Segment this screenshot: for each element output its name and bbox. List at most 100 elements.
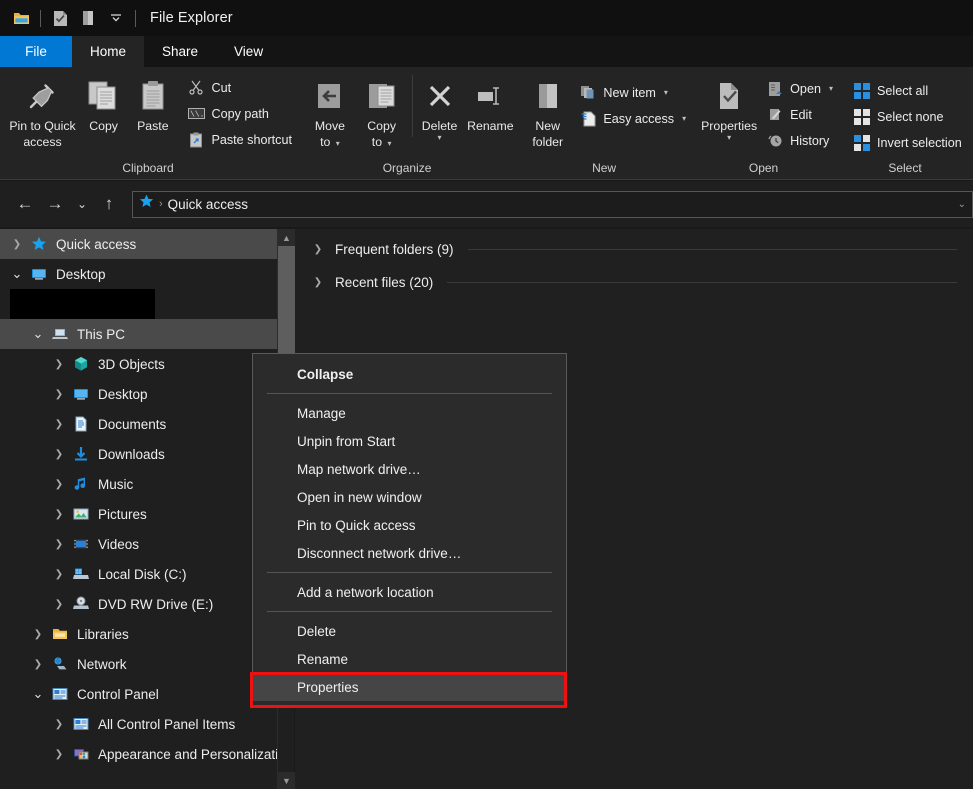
chevron-right-icon[interactable]: ❯ — [48, 569, 70, 580]
sidebar-item-libraries[interactable]: ❯ Libraries — [0, 619, 277, 649]
chevron-down-icon: ▾ — [727, 133, 732, 142]
context-menu[interactable]: Collapse Manage Unpin from Start Map networ… — [252, 353, 567, 707]
chevron-right-icon[interactable]: ❯ — [48, 479, 70, 490]
chevron-right-icon[interactable]: ❯ — [309, 277, 327, 288]
context-menu-item-add-a-network-location[interactable]: Add a network location — [253, 578, 566, 606]
copy-to-button[interactable]: Copy to ▾ — [356, 73, 408, 150]
delete-button[interactable]: Delete ▾ — [416, 73, 462, 142]
context-menu-item-unpin-from-start[interactable]: Unpin from Start — [253, 427, 566, 455]
sidebar-item-pictures[interactable]: ❯ Pictures — [0, 499, 277, 529]
window-title: File Explorer — [150, 10, 233, 26]
music-icon — [70, 476, 92, 492]
new-folder-button[interactable]: New folder — [526, 73, 569, 149]
sidebar-item-appearance-and-personalization[interactable]: ❯ Appearance and Personalization — [0, 739, 277, 769]
chevron-down-icon[interactable]: ⌄ — [6, 266, 28, 282]
new-item-button[interactable]: New item ▾ — [575, 81, 690, 104]
sidebar-item-local-disk-c[interactable]: ❯ Local Disk (C:) — [0, 559, 277, 589]
context-menu-item-pin-to-quick-access[interactable]: Pin to Quick access — [253, 511, 566, 539]
chevron-right-icon[interactable]: ❯ — [309, 244, 327, 255]
section-frequent-folders[interactable]: ❯ Frequent folders (9) — [295, 233, 973, 266]
copy-button[interactable]: Copy — [79, 73, 128, 133]
sidebar-item-desktop[interactable]: ❯ Desktop — [0, 379, 277, 409]
context-menu-item-map-network-drive[interactable]: Map network drive… — [253, 455, 566, 483]
history-button[interactable]: History — [762, 129, 837, 152]
sidebar-item-all-control-panel-items[interactable]: ❯ All Control Panel Items — [0, 709, 277, 739]
edit-button[interactable]: Edit — [762, 103, 837, 126]
sidebar-item-quick-access[interactable]: ❯ Quick access — [0, 229, 277, 259]
chevron-right-icon[interactable]: ❯ — [27, 659, 49, 670]
tab-share[interactable]: Share — [144, 36, 216, 67]
scroll-down-icon[interactable]: ▼ — [278, 772, 295, 789]
chevron-right-icon[interactable]: ❯ — [48, 419, 70, 430]
chevron-down-icon[interactable]: ⌄ — [27, 326, 49, 342]
section-recent-files[interactable]: ❯ Recent files (20) — [295, 266, 973, 299]
open-button[interactable]: Open ▾ — [762, 77, 837, 100]
forward-button[interactable]: → — [40, 189, 70, 219]
rename-button[interactable]: Rename — [463, 73, 518, 133]
chevron-right-icon[interactable]: ❯ — [48, 539, 70, 550]
chevron-right-icon[interactable]: ❯ — [48, 449, 70, 460]
sidebar-item-this-pc[interactable]: ⌄ This PC — [0, 319, 277, 349]
context-menu-item-rename[interactable]: Rename — [253, 645, 566, 673]
chevron-right-icon[interactable]: ❯ — [48, 599, 70, 610]
context-menu-item-disconnect-network-drive[interactable]: Disconnect network drive… — [253, 539, 566, 567]
toolbar-divider-2 — [135, 9, 136, 27]
pictures-icon — [70, 506, 92, 522]
chevron-right-icon[interactable]: ❯ — [6, 239, 28, 250]
sidebar-item-label: Pictures — [98, 506, 147, 522]
sidebar-item-desktop[interactable]: ⌄ Desktop — [0, 259, 277, 289]
documents-icon — [70, 416, 92, 432]
tab-file[interactable]: File — [0, 36, 72, 67]
chevron-down-icon[interactable]: ⌄ — [27, 686, 49, 702]
sidebar-item-music[interactable]: ❯ Music — [0, 469, 277, 499]
sidebar-item-3d-objects[interactable]: ❯ 3D Objects — [0, 349, 277, 379]
rename-label: Rename — [467, 119, 514, 133]
select-none-button[interactable]: Select none — [849, 105, 966, 128]
chevron-down-icon[interactable] — [103, 6, 129, 30]
select-all-button[interactable]: Select all — [849, 79, 966, 102]
recent-locations-button[interactable]: ⌄ — [70, 189, 94, 219]
breadcrumb[interactable]: › Quick access ⌄ — [132, 190, 973, 218]
context-menu-item-properties[interactable]: Properties — [253, 673, 566, 701]
move-to-button[interactable]: Move to ▾ — [304, 73, 356, 150]
sidebar-item-dvd-rw-drive-e[interactable]: ❯ DVD RW Drive (E:) — [0, 589, 277, 619]
paste-shortcut-button[interactable]: Paste shortcut — [183, 128, 296, 151]
chevron-right-icon[interactable]: ❯ — [27, 629, 49, 640]
edit-label: Edit — [790, 107, 812, 122]
scroll-up-icon[interactable]: ▲ — [278, 229, 295, 246]
navigation-pane[interactable]: ❯ Quick access ⌄ Desktop ⌄ This PC ❯ 3D Objects… — [0, 229, 277, 789]
tab-view[interactable]: View — [216, 36, 281, 67]
invert-selection-button[interactable]: Invert selection — [849, 131, 966, 154]
chevron-right-icon[interactable]: ❯ — [48, 389, 70, 400]
chevron-right-icon[interactable]: ❯ — [48, 509, 70, 520]
properties-button[interactable]: Properties ▾ — [696, 73, 762, 142]
properties-icon[interactable] — [47, 6, 73, 30]
back-button[interactable]: ← — [10, 189, 40, 219]
context-menu-item-manage[interactable]: Manage — [253, 399, 566, 427]
pin-to-quick-access-button[interactable]: Pin to Quick access — [6, 73, 79, 149]
chevron-right-icon[interactable]: ❯ — [48, 719, 70, 730]
sidebar-item-documents[interactable]: ❯ Documents — [0, 409, 277, 439]
sidebar-item-label: Quick access — [56, 236, 137, 252]
copy-path-button[interactable]: \\.. Copy path — [183, 102, 296, 125]
up-button[interactable]: ↑ — [94, 189, 124, 219]
desktop-icon — [28, 266, 50, 282]
easy-access-button[interactable]: Easy access ▾ — [575, 107, 690, 130]
new-folder-icon[interactable] — [75, 6, 101, 30]
sidebar-item-control-panel[interactable]: ⌄ Control Panel — [0, 679, 277, 709]
ribbon-tab-bar: File Home Share View — [0, 36, 973, 67]
context-menu-item-open-in-new-window[interactable]: Open in new window — [253, 483, 566, 511]
paste-button[interactable]: Paste — [128, 73, 177, 133]
chevron-down-icon[interactable]: ⌄ — [958, 199, 966, 210]
tab-home[interactable]: Home — [72, 36, 145, 67]
sidebar-item-downloads[interactable]: ❯ Downloads — [0, 439, 277, 469]
select-group-label: Select — [888, 161, 922, 175]
chevron-right-icon[interactable]: ❯ — [48, 359, 70, 370]
folder-icon[interactable] — [8, 6, 34, 30]
context-menu-item-delete[interactable]: Delete — [253, 617, 566, 645]
sidebar-item-network[interactable]: ❯ Network — [0, 649, 277, 679]
chevron-right-icon[interactable]: ❯ — [48, 749, 70, 760]
context-menu-item-collapse[interactable]: Collapse — [253, 360, 566, 388]
sidebar-item-videos[interactable]: ❯ Videos — [0, 529, 277, 559]
cut-button[interactable]: Cut — [183, 76, 296, 99]
